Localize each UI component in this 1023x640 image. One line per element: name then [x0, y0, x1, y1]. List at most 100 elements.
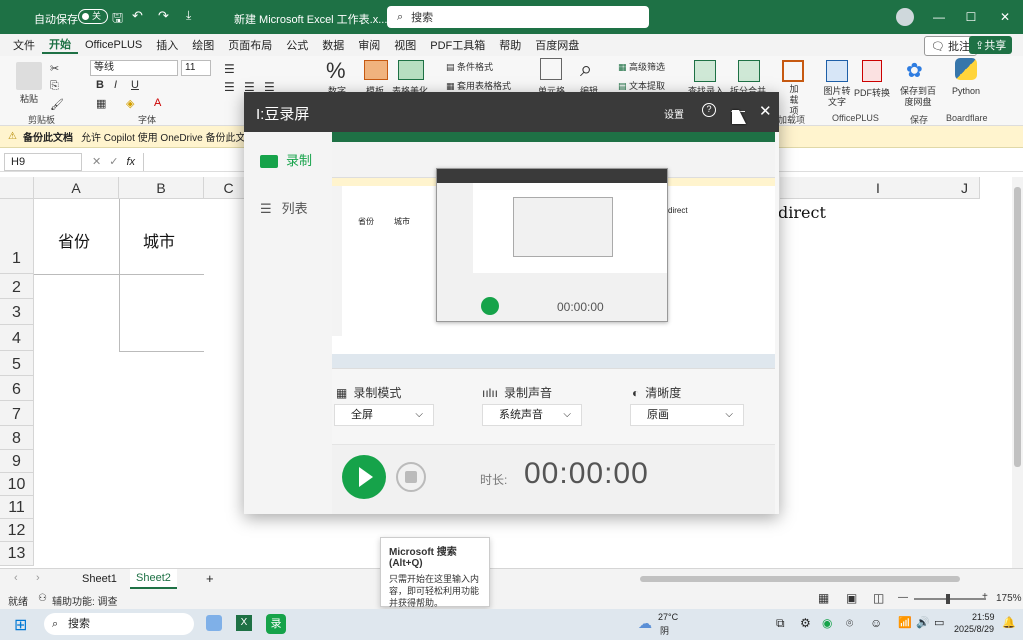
cell-i1[interactable]: direct — [778, 203, 826, 222]
weather-icon[interactable]: ☁ — [638, 615, 652, 632]
table-style-button[interactable]: ▦ 套用表格格式 — [446, 79, 511, 92]
page-layout-view-icon[interactable]: ▣ — [846, 591, 857, 605]
tray-vpn-icon[interactable]: ⌾ — [846, 616, 853, 631]
tab-file[interactable]: 文件 — [6, 37, 42, 53]
nav-list[interactable]: ☰ 列表 — [260, 198, 308, 217]
recorder-settings-button[interactable]: 设置 — [664, 106, 684, 121]
row-header-2[interactable]: 2 — [0, 274, 34, 299]
zoom-slider-thumb[interactable] — [946, 594, 950, 604]
format-painter-icon[interactable]: 🖌 — [50, 98, 64, 111]
volume-icon[interactable]: 🔊 — [916, 616, 930, 629]
zoom-out-icon[interactable]: — — [898, 592, 908, 603]
notification-icon[interactable]: 🔔 — [1002, 616, 1016, 629]
fill-color-icon[interactable]: ◈ — [126, 97, 134, 110]
copy-icon[interactable]: ⎘ — [50, 80, 59, 93]
font-size-select[interactable]: 11 — [181, 60, 211, 76]
wifi-icon[interactable]: 📶 — [898, 616, 912, 629]
cell-a1[interactable]: 省份 — [58, 228, 90, 252]
row-header-4[interactable]: 4 — [0, 325, 34, 351]
column-header-b[interactable]: B — [119, 177, 204, 199]
cut-icon[interactable]: ✂ — [50, 62, 59, 75]
python-label[interactable]: Python — [952, 86, 980, 96]
recorder-taskbar-icon[interactable]: 录 — [266, 614, 286, 634]
maximize-button[interactable]: ☐ — [956, 0, 986, 34]
image-to-text-icon[interactable] — [826, 60, 848, 82]
add-sheet-button[interactable]: + — [206, 571, 214, 586]
addin-icon[interactable] — [782, 60, 804, 82]
quick-access-icon[interactable]: ⤓ — [186, 8, 191, 23]
recorder-help-icon[interactable]: ? — [702, 103, 716, 117]
tab-help[interactable]: 帮助 — [492, 37, 528, 53]
tab-home[interactable]: 开始 — [42, 36, 78, 54]
row-header-6[interactable]: 6 — [0, 376, 34, 401]
pdf-convert-label[interactable]: PDF转换 — [854, 86, 890, 99]
taskbar-search[interactable]: ⌕ 搜索 — [44, 613, 194, 635]
save-icon[interactable]: 🖫 — [112, 9, 123, 31]
tab-formulas[interactable]: 公式 — [279, 37, 315, 53]
row-header-10[interactable]: 10 — [0, 473, 34, 496]
image-to-text-label[interactable]: 图片转文字 — [822, 86, 852, 108]
tab-review[interactable]: 审阅 — [351, 37, 387, 53]
percent-icon[interactable]: % — [326, 58, 346, 84]
font-color-icon[interactable]: A — [154, 97, 161, 109]
italic-icon[interactable]: I — [114, 79, 117, 91]
border-icon[interactable]: ▦ — [96, 97, 106, 110]
battery-icon[interactable]: ▭ — [934, 616, 944, 629]
cell-icon[interactable] — [540, 58, 562, 80]
paste-button-label[interactable]: 粘贴 — [20, 92, 38, 105]
close-button[interactable]: ✕ — [990, 0, 1020, 34]
row-header-5[interactable]: 5 — [0, 351, 34, 376]
tab-page-layout[interactable]: 页面布局 — [221, 37, 279, 53]
windows-start-icon[interactable]: ⊞ — [14, 615, 27, 635]
paste-icon[interactable] — [16, 62, 42, 90]
underline-icon[interactable]: U — [131, 79, 139, 91]
tab-draw[interactable]: 绘图 — [185, 37, 221, 53]
file-explorer-icon[interactable] — [206, 615, 222, 631]
tray-chat-icon[interactable]: ☺ — [870, 616, 882, 630]
row-header-12[interactable]: 12 — [0, 519, 34, 542]
font-name-select[interactable]: 等线 — [90, 60, 178, 76]
row-header-8[interactable]: 8 — [0, 426, 34, 450]
clock-time[interactable]: 21:59 — [972, 612, 995, 622]
tab-officeplus[interactable]: OfficePLUS — [78, 39, 149, 51]
document-title[interactable]: 新建 Microsoft Excel 工作表.x... — [234, 11, 387, 27]
start-record-button[interactable] — [342, 455, 386, 499]
zoom-slider[interactable] — [914, 598, 986, 600]
prev-sheet-icon[interactable]: ‹ — [14, 572, 18, 584]
align-left-icon[interactable]: ☰ — [224, 80, 235, 94]
title-search-box[interactable]: ⌕ 搜索 — [387, 6, 649, 28]
cancel-formula-icon[interactable]: ✕ — [92, 155, 101, 168]
text-extract-button[interactable]: ▤ 文本提取 — [618, 79, 665, 92]
row-header-3[interactable]: 3 — [0, 299, 34, 325]
align-top-icon[interactable]: ☰ — [224, 62, 235, 76]
vertical-scrollbar[interactable] — [1012, 177, 1023, 568]
baidu-cloud-icon[interactable]: ✿ — [906, 58, 923, 83]
horizontal-scroll-thumb[interactable] — [640, 576, 960, 582]
tab-baidu-netdisk[interactable]: 百度网盘 — [528, 37, 586, 53]
audio-select[interactable]: 系统声音 ⌵ — [482, 404, 582, 426]
advanced-filter-button[interactable]: ▦ 高级筛选 — [618, 60, 665, 73]
zoom-in-icon[interactable]: + — [982, 591, 988, 602]
tray-copy-icon[interactable]: ⧉ — [776, 616, 785, 631]
record-mode-select[interactable]: 全屏 ⌵ — [334, 404, 434, 426]
accessibility-icon[interactable]: ⚇ — [38, 593, 47, 604]
column-header-j[interactable]: J — [925, 177, 1015, 199]
normal-view-icon[interactable]: ▦ — [818, 591, 829, 605]
split-merge-icon[interactable] — [738, 60, 760, 82]
excel-taskbar-icon[interactable]: X — [236, 615, 252, 631]
template-icon[interactable] — [364, 60, 388, 80]
nav-record[interactable]: 录制 — [260, 150, 312, 169]
clock-date[interactable]: 2025/8/29 — [954, 624, 994, 634]
undo-icon[interactable]: ↶ — [132, 8, 143, 24]
python-icon[interactable] — [955, 58, 977, 80]
minimize-button[interactable]: — — [924, 0, 954, 34]
stop-record-button[interactable] — [396, 462, 426, 492]
page-break-view-icon[interactable]: ◫ — [873, 591, 884, 605]
bold-icon[interactable]: B — [96, 79, 104, 91]
tab-data[interactable]: 数据 — [315, 37, 351, 53]
tray-recorder-icon[interactable]: ◉ — [822, 616, 832, 630]
pdf-convert-icon[interactable] — [862, 60, 882, 82]
cell-b1[interactable]: 城市 — [143, 228, 175, 252]
sheet-tab-sheet2[interactable]: Sheet2 — [130, 569, 177, 589]
tray-app-icon[interactable]: ⚙ — [800, 616, 811, 630]
